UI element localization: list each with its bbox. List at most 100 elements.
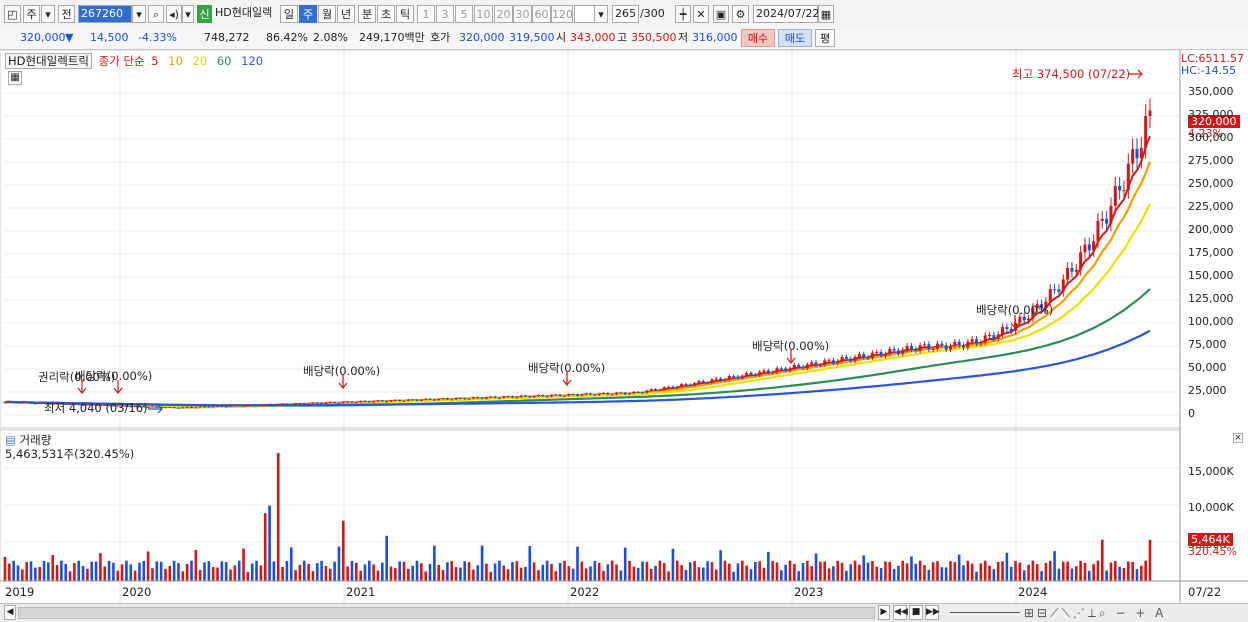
- prev-button[interactable]: 전: [58, 5, 75, 23]
- volume-bar: [576, 546, 579, 581]
- chart-canvas[interactable]: [0, 50, 1248, 603]
- candle-body: [307, 403, 311, 405]
- drawing-tools-icon[interactable]: ⊞⊟⟋⟍⋰⟂⌕ − + A: [1024, 604, 1224, 622]
- volume-bar: [411, 565, 414, 581]
- chart-area[interactable]: HD현대일렉트릭 종가 단순 5 10 20 60 120 ▦ LC:6511.…: [0, 50, 1248, 603]
- table-toggle-icon[interactable]: ▦: [8, 71, 22, 85]
- candle-body: [263, 404, 267, 406]
- volume-bar: [16, 565, 20, 581]
- date-input[interactable]: 2024/07/22: [753, 5, 819, 23]
- scroll-left-icon[interactable]: ◀: [4, 605, 16, 620]
- y-tick: 275,000: [1188, 154, 1234, 167]
- sell-button[interactable]: 매도: [778, 29, 812, 47]
- interval-3[interactable]: 3: [436, 5, 454, 23]
- volume-bar: [103, 566, 107, 581]
- candle-body: [762, 370, 766, 372]
- count-input[interactable]: 265: [612, 5, 639, 23]
- legend-ma20[interactable]: 20: [193, 54, 208, 68]
- interval-dropdown-icon[interactable]: ▾: [594, 5, 608, 23]
- volume-bar: [506, 569, 510, 581]
- volume-bar: [203, 562, 206, 581]
- volume-bar: [502, 565, 506, 581]
- volume-bar: [433, 545, 436, 581]
- volume-bar: [311, 571, 315, 581]
- volume-bar: [1001, 561, 1004, 581]
- interval-10[interactable]: 10: [474, 5, 493, 23]
- candle-body: [649, 389, 653, 391]
- stock-code-input[interactable]: 267260: [78, 5, 132, 23]
- chart-scrollbar[interactable]: ◀ ▶ ◀◀ ■ ▶▶ ⊞⊟⟋⟍⋰⟂⌕ − + A: [0, 603, 1248, 622]
- scroll-track[interactable]: [18, 607, 875, 619]
- stop-icon[interactable]: ■: [909, 605, 923, 620]
- legend-ma10[interactable]: 10: [168, 54, 183, 68]
- candle-body: [272, 404, 276, 406]
- candle-body: [259, 405, 263, 407]
- rewind-icon[interactable]: ◀◀: [893, 605, 908, 620]
- volume-bar: [220, 561, 224, 581]
- volume-bar: [771, 561, 774, 581]
- candle-body: [220, 405, 224, 407]
- interval-1[interactable]: 1: [417, 5, 435, 23]
- volume-bar: [558, 563, 562, 581]
- period-year[interactable]: 년: [337, 5, 355, 23]
- market-mode-button[interactable]: 주: [23, 5, 40, 23]
- code-dropdown-icon[interactable]: ▾: [132, 5, 146, 23]
- candle-body: [1053, 289, 1057, 291]
- volume-bar: [485, 563, 488, 581]
- legend-stock-name[interactable]: HD현대일렉트릭: [5, 53, 92, 69]
- calendar-icon[interactable]: ▦: [818, 5, 834, 23]
- save-icon[interactable]: ▣: [713, 5, 729, 23]
- volume-bar: [420, 563, 423, 581]
- close-icon[interactable]: ×: [1233, 433, 1243, 443]
- volume-bar: [966, 560, 970, 581]
- candle-body: [888, 348, 892, 355]
- zoom-slider[interactable]: [950, 612, 1020, 613]
- interval-5[interactable]: 5: [455, 5, 473, 23]
- volume-bar: [524, 566, 527, 581]
- period-tick[interactable]: 틱: [396, 5, 414, 23]
- volume-bar: [99, 553, 102, 581]
- volume-bar: [146, 551, 150, 581]
- speaker-dropdown-icon[interactable]: ▾: [182, 5, 194, 23]
- candle-body: [189, 407, 193, 409]
- search-icon[interactable]: ⌕: [148, 5, 164, 23]
- crosshair-icon[interactable]: ✕: [693, 5, 709, 23]
- volume-bar: [1144, 560, 1147, 581]
- volume-bar: [489, 571, 493, 581]
- speaker-icon[interactable]: ◂): [166, 5, 182, 23]
- candle-body: [268, 404, 272, 406]
- candle-body: [246, 404, 250, 406]
- candle-body: [172, 407, 176, 409]
- toolbar: ◰ 주 ▾ 전 267260 ▾ ⌕ ◂) ▾ 신 HD현대일렉 일 주 월 년…: [0, 0, 1248, 28]
- volume-bar: [346, 566, 349, 581]
- period-second[interactable]: 초: [377, 5, 395, 23]
- evaluate-button[interactable]: 평: [815, 29, 835, 47]
- candle-body: [385, 401, 389, 403]
- volume-bar: [749, 569, 753, 581]
- interval-60[interactable]: 60: [532, 5, 551, 23]
- legend-ma60[interactable]: 60: [217, 54, 232, 68]
- interval-20[interactable]: 20: [494, 5, 513, 23]
- interval-30[interactable]: 30: [513, 5, 532, 23]
- legend-ma120[interactable]: 120: [241, 54, 263, 68]
- gear-icon[interactable]: ⚙: [732, 5, 749, 23]
- volume-bar: [359, 570, 362, 581]
- legend-ma5[interactable]: 5: [151, 54, 158, 68]
- legend: HD현대일렉트릭 종가 단순 5 10 20 60 120: [5, 53, 263, 69]
- period-minute[interactable]: 분: [358, 5, 376, 23]
- period-week[interactable]: 주: [299, 5, 317, 23]
- scroll-right-icon[interactable]: ▶: [878, 605, 890, 620]
- period-day[interactable]: 일: [280, 5, 298, 23]
- period-month[interactable]: 월: [318, 5, 336, 23]
- layout-icon[interactable]: ◰: [4, 5, 21, 23]
- volume-bar: [168, 565, 172, 581]
- candle-icon[interactable]: ┿: [675, 5, 691, 23]
- volume-bar: [159, 561, 163, 581]
- chevron-down-icon[interactable]: ▾: [41, 5, 55, 23]
- buy-button[interactable]: 매수: [741, 29, 775, 47]
- volume-bar: [693, 561, 696, 581]
- candle-body: [445, 398, 449, 400]
- interval-120[interactable]: 120: [551, 5, 573, 23]
- volume-bar: [537, 570, 540, 581]
- fast-forward-icon[interactable]: ▶▶: [925, 605, 940, 620]
